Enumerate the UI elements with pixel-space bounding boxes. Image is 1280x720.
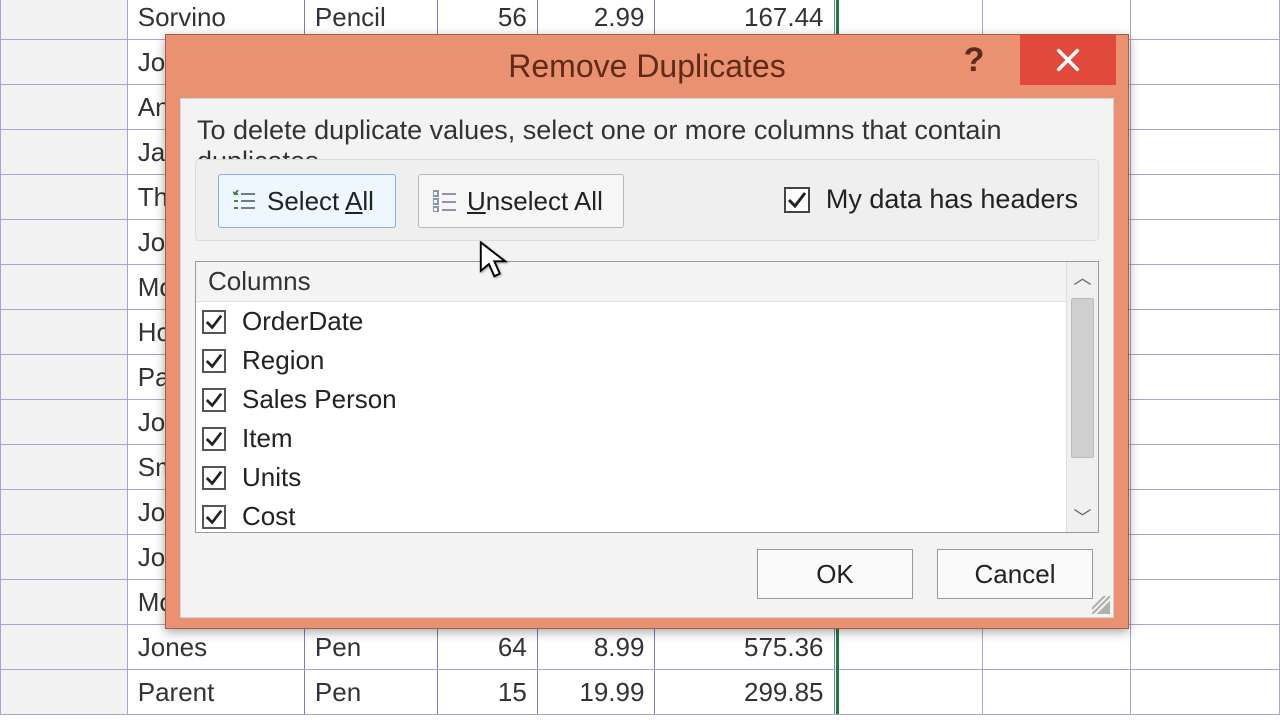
dialog-title: Remove Duplicates xyxy=(508,48,785,85)
checkbox-icon xyxy=(202,505,226,529)
cell-blank[interactable] xyxy=(1131,40,1280,85)
cell-blank[interactable] xyxy=(983,670,1131,715)
row-header[interactable] xyxy=(1,310,128,355)
columns-list-body: OrderDate Region Sales Person Item Units Cost xyxy=(196,302,1066,532)
checkbox-icon xyxy=(202,466,226,490)
remove-duplicates-dialog: Remove Duplicates ? To delete duplicate … xyxy=(165,34,1129,629)
cell-blank[interactable] xyxy=(983,625,1131,670)
row-header[interactable] xyxy=(1,355,128,400)
row-header[interactable] xyxy=(1,535,128,580)
table-row: JonesPen648.99575.36 xyxy=(1,625,1280,670)
cancel-button[interactable]: Cancel xyxy=(937,549,1093,599)
cell-cost[interactable]: 8.99 xyxy=(537,625,655,670)
checkbox-icon xyxy=(202,310,226,334)
cell-total[interactable]: 575.36 xyxy=(655,625,834,670)
unselect-all-icon xyxy=(433,190,457,212)
row-header[interactable] xyxy=(1,220,128,265)
cell-blank[interactable] xyxy=(1131,265,1280,310)
cell-blank[interactable] xyxy=(1131,355,1280,400)
checkbox-icon xyxy=(202,388,226,412)
cell-blank[interactable] xyxy=(1131,220,1280,265)
cell-blank[interactable] xyxy=(1131,175,1280,220)
cell-units[interactable]: 15 xyxy=(438,670,537,715)
column-item[interactable]: Sales Person xyxy=(196,380,1066,419)
column-label: Item xyxy=(242,423,293,454)
scroll-thumb[interactable] xyxy=(1071,298,1094,458)
cell-cost[interactable]: 19.99 xyxy=(537,670,655,715)
cell-blank[interactable] xyxy=(1131,580,1280,625)
my-data-has-headers-checkbox[interactable]: My data has headers xyxy=(784,184,1078,215)
row-header[interactable] xyxy=(1,670,128,715)
unselect-all-button[interactable]: Unselect All xyxy=(418,174,624,228)
cell-blank[interactable] xyxy=(1131,85,1280,130)
checkbox-icon xyxy=(202,349,226,373)
column-label: Cost xyxy=(242,501,295,532)
close-icon xyxy=(1054,46,1082,74)
cell-blank[interactable] xyxy=(1131,0,1280,40)
cell-blank[interactable] xyxy=(1131,130,1280,175)
row-header[interactable] xyxy=(1,85,128,130)
column-item[interactable]: Cost xyxy=(196,497,1066,532)
cell-units[interactable]: 64 xyxy=(438,625,537,670)
cell-item[interactable]: Pen xyxy=(304,625,438,670)
cell-blank[interactable] xyxy=(834,670,982,715)
resize-grip[interactable] xyxy=(1092,596,1110,614)
select-all-icon xyxy=(233,190,257,212)
ok-button[interactable]: OK xyxy=(757,549,913,599)
row-header[interactable] xyxy=(1,625,128,670)
cell-blank[interactable] xyxy=(1131,670,1280,715)
scroll-down-button[interactable]: ﹀ xyxy=(1067,502,1098,532)
row-header[interactable] xyxy=(1,265,128,310)
cell-blank[interactable] xyxy=(1131,625,1280,670)
unselect-all-label: Unselect All xyxy=(467,186,603,217)
cell-blank[interactable] xyxy=(1131,490,1280,535)
cell-blank[interactable] xyxy=(834,625,982,670)
column-label: OrderDate xyxy=(242,306,363,337)
cell-blank[interactable] xyxy=(1131,535,1280,580)
column-label: Units xyxy=(242,462,301,493)
row-header[interactable] xyxy=(1,175,128,220)
column-item[interactable]: Region xyxy=(196,341,1066,380)
select-all-label: Select All xyxy=(267,186,374,217)
cell-blank[interactable] xyxy=(1131,310,1280,355)
row-header[interactable] xyxy=(1,400,128,445)
columns-listbox: Columns OrderDate Region Sales Person Item U… xyxy=(195,261,1099,533)
cell-item[interactable]: Pen xyxy=(304,670,438,715)
scroll-up-button[interactable]: ︿ xyxy=(1067,262,1098,292)
checkbox-icon xyxy=(202,427,226,451)
column-label: Region xyxy=(242,345,324,376)
row-header[interactable] xyxy=(1,130,128,175)
columns-header: Columns xyxy=(196,262,1098,302)
checkbox-icon xyxy=(784,187,810,213)
select-all-button[interactable]: Select All xyxy=(218,174,396,228)
cell-blank[interactable] xyxy=(1131,445,1280,490)
row-header[interactable] xyxy=(1,40,128,85)
cell-name[interactable]: Parent xyxy=(127,670,304,715)
column-item[interactable]: Item xyxy=(196,419,1066,458)
row-header[interactable] xyxy=(1,580,128,625)
scrollbar[interactable]: ︿ ﹀ xyxy=(1066,262,1098,532)
column-item[interactable]: OrderDate xyxy=(196,302,1066,341)
headers-label: My data has headers xyxy=(826,184,1078,215)
close-button[interactable] xyxy=(1020,35,1116,85)
dialog-titlebar: Remove Duplicates ? xyxy=(166,35,1128,98)
help-button[interactable]: ? xyxy=(948,35,1000,85)
row-header[interactable] xyxy=(1,0,128,40)
dialog-body: To delete duplicate values, select one o… xyxy=(180,98,1114,618)
column-label: Sales Person xyxy=(242,384,397,415)
column-item[interactable]: Units xyxy=(196,458,1066,497)
cell-blank[interactable] xyxy=(1131,400,1280,445)
cell-total[interactable]: 299.85 xyxy=(655,670,834,715)
table-row: ParentPen1519.99299.85 xyxy=(1,670,1280,715)
row-header[interactable] xyxy=(1,490,128,535)
row-header[interactable] xyxy=(1,445,128,490)
toolbar: Select All Unselect All My data has head… xyxy=(195,159,1099,241)
cell-name[interactable]: Jones xyxy=(127,625,304,670)
